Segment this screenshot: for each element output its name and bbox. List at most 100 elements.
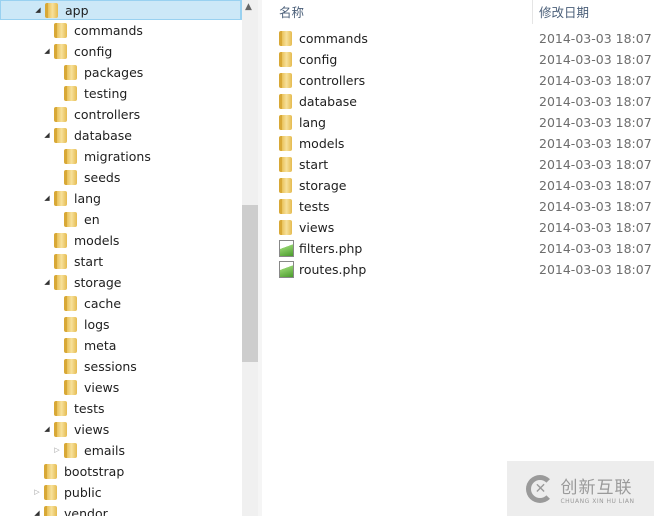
collapse-arrow-icon[interactable]: ◢ — [33, 509, 41, 516]
tree-item[interactable]: ◢ app — [0, 0, 242, 20]
tree-item[interactable]: start — [0, 252, 242, 272]
file-row[interactable]: database 2014-03-03 18:07 — [276, 92, 654, 112]
tree-item-label: tests — [74, 401, 105, 416]
php-file-icon — [279, 240, 294, 257]
file-name: database — [299, 94, 357, 109]
collapse-arrow-icon[interactable]: ◢ — [43, 194, 51, 202]
tree-item-label: packages — [84, 65, 144, 80]
collapse-arrow-icon[interactable]: ◢ — [43, 131, 51, 139]
tree-item[interactable]: ◢ lang — [0, 189, 242, 209]
file-modified: 2014-03-03 18:07 — [539, 94, 652, 109]
column-header-modified[interactable]: 修改日期 — [539, 2, 589, 21]
expand-arrow-icon[interactable]: ▷ — [53, 446, 61, 454]
folder-icon — [279, 199, 292, 214]
tree-item-label: database — [74, 128, 132, 143]
file-modified: 2014-03-03 18:07 — [539, 178, 652, 193]
tree-item[interactable]: ◢ config — [0, 42, 242, 62]
collapse-arrow-icon[interactable]: ◢ — [43, 425, 51, 433]
file-row[interactable]: lang 2014-03-03 18:07 — [276, 113, 654, 133]
watermark-cn: 创新互联 — [560, 477, 633, 498]
tree-item[interactable]: ▷ public — [0, 483, 242, 503]
tree-item-label: controllers — [74, 107, 141, 122]
tree-item[interactable]: ▷ emails — [0, 441, 242, 461]
tree-item-label: public — [64, 485, 102, 500]
folder-icon — [54, 128, 67, 143]
tree-item[interactable]: ◢ views — [0, 420, 242, 440]
tree-item[interactable]: models — [0, 231, 242, 251]
tree-item[interactable]: en — [0, 210, 242, 230]
tree-item[interactable]: tests — [0, 399, 242, 419]
folder-icon — [279, 73, 292, 88]
collapse-arrow-icon[interactable]: ◢ — [34, 6, 42, 14]
folder-icon — [279, 220, 292, 235]
tree-item[interactable]: ◢ vendor — [0, 504, 242, 516]
file-modified: 2014-03-03 18:07 — [539, 52, 652, 67]
watermark-en: CHUANG XIN HU LIAN — [560, 497, 635, 505]
folder-icon — [279, 136, 292, 151]
tree-item[interactable]: testing — [0, 84, 242, 104]
folder-icon — [54, 275, 67, 290]
tree-item-label: bootstrap — [64, 464, 125, 479]
file-name: commands — [299, 31, 368, 46]
tree-item[interactable]: views — [0, 378, 242, 398]
file-modified: 2014-03-03 18:07 — [539, 199, 652, 214]
tree-item[interactable]: cache — [0, 294, 242, 314]
file-modified: 2014-03-03 18:07 — [539, 136, 652, 151]
folder-icon — [54, 401, 67, 416]
folder-icon — [64, 149, 77, 164]
folder-icon — [44, 485, 57, 500]
folder-icon — [64, 317, 77, 332]
tree-scrollbar[interactable]: ▲ — [242, 0, 258, 516]
folder-icon — [64, 212, 77, 227]
tree-item-label: commands — [74, 23, 143, 38]
tree-item[interactable]: packages — [0, 63, 242, 83]
tree-item[interactable]: controllers — [0, 105, 242, 125]
file-row[interactable]: controllers 2014-03-03 18:07 — [276, 71, 654, 91]
tree-item[interactable]: sessions — [0, 357, 242, 377]
folder-icon — [279, 31, 292, 46]
file-row[interactable]: models 2014-03-03 18:07 — [276, 134, 654, 154]
expand-arrow-icon[interactable]: ▷ — [33, 488, 41, 496]
file-name: routes.php — [299, 262, 367, 277]
scrollbar-thumb[interactable] — [242, 205, 258, 362]
tree-item[interactable]: migrations — [0, 147, 242, 167]
file-name: storage — [299, 178, 347, 193]
tree-item-label: storage — [74, 275, 122, 290]
tree-item[interactable]: ◢ storage — [0, 273, 242, 293]
tree-item-label: migrations — [84, 149, 151, 164]
tree-item[interactable]: logs — [0, 315, 242, 335]
folder-icon — [54, 254, 67, 269]
file-modified: 2014-03-03 18:07 — [539, 73, 652, 88]
file-name: tests — [299, 199, 330, 214]
folder-icon — [45, 3, 58, 18]
scroll-up-arrow-icon[interactable]: ▲ — [245, 2, 252, 12]
file-row[interactable]: views 2014-03-03 18:07 — [276, 218, 654, 238]
file-name: controllers — [299, 73, 366, 88]
file-row[interactable]: commands 2014-03-03 18:07 — [276, 29, 654, 49]
tree-item[interactable]: meta — [0, 336, 242, 356]
tree-item[interactable]: commands — [0, 21, 242, 41]
file-row[interactable]: tests 2014-03-03 18:07 — [276, 197, 654, 217]
file-row[interactable]: storage 2014-03-03 18:07 — [276, 176, 654, 196]
logo-icon: ✕ — [526, 474, 555, 503]
collapse-arrow-icon[interactable]: ◢ — [43, 278, 51, 286]
column-divider[interactable] — [532, 0, 533, 24]
file-row[interactable]: routes.php 2014-03-03 18:07 — [276, 260, 654, 280]
file-row[interactable]: config 2014-03-03 18:07 — [276, 50, 654, 70]
file-modified: 2014-03-03 18:07 — [539, 115, 652, 130]
file-name: views — [299, 220, 335, 235]
folder-icon — [64, 443, 77, 458]
tree-item[interactable]: ◢ database — [0, 126, 242, 146]
tree-item-label: emails — [84, 443, 125, 458]
tree-item[interactable]: bootstrap — [0, 462, 242, 482]
collapse-arrow-icon[interactable]: ◢ — [43, 47, 51, 55]
tree-item-label: testing — [84, 86, 128, 101]
file-name: lang — [299, 115, 326, 130]
column-header-name[interactable]: 名称 — [279, 2, 304, 21]
file-row[interactable]: start 2014-03-03 18:07 — [276, 155, 654, 175]
tree-item-label: en — [84, 212, 100, 227]
folder-icon — [279, 157, 292, 172]
file-row[interactable]: filters.php 2014-03-03 18:07 — [276, 239, 654, 259]
file-modified: 2014-03-03 18:07 — [539, 262, 652, 277]
tree-item[interactable]: seeds — [0, 168, 242, 188]
